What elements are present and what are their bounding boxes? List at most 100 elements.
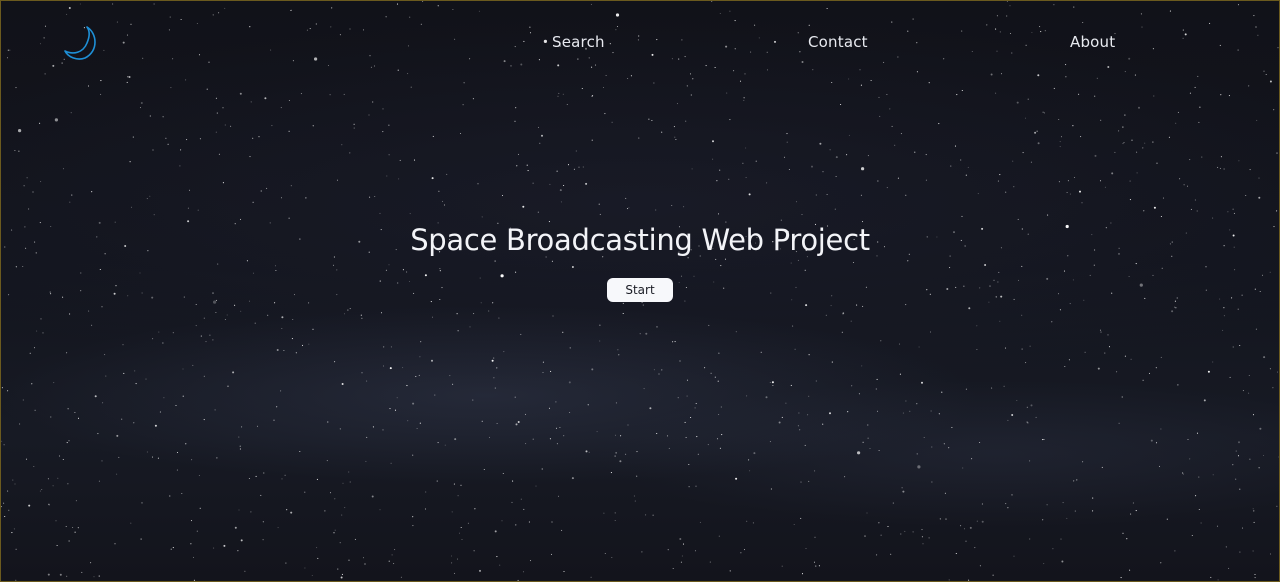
star — [337, 568, 339, 570]
star — [748, 459, 750, 461]
star — [216, 457, 218, 459]
star — [315, 23, 317, 25]
star — [870, 79, 872, 82]
star — [1249, 458, 1251, 460]
star — [799, 429, 801, 431]
star — [237, 550, 239, 552]
star — [451, 562, 453, 564]
star — [68, 540, 70, 542]
star — [116, 473, 118, 475]
star — [67, 483, 69, 485]
star — [52, 485, 54, 487]
star — [65, 525, 67, 528]
star — [280, 107, 282, 109]
star — [522, 205, 525, 208]
star — [921, 381, 923, 384]
star — [912, 531, 914, 533]
star — [1082, 21, 1084, 24]
star — [382, 365, 385, 367]
star — [1239, 344, 1241, 347]
star — [66, 13, 68, 15]
star — [14, 149, 16, 152]
star — [452, 8, 454, 11]
star — [199, 507, 201, 509]
star — [616, 25, 619, 28]
star — [658, 373, 660, 375]
star — [1128, 57, 1131, 60]
star — [875, 388, 877, 390]
star — [681, 555, 683, 557]
star — [636, 475, 638, 477]
star — [146, 451, 148, 453]
star — [130, 206, 133, 208]
star — [413, 159, 416, 161]
star — [755, 160, 757, 162]
star — [158, 331, 160, 333]
star — [886, 93, 888, 96]
star — [1012, 160, 1014, 162]
star — [1039, 26, 1041, 28]
star — [288, 130, 290, 132]
star — [283, 349, 285, 352]
star — [630, 75, 632, 77]
star — [622, 312, 624, 315]
nav-contact-link[interactable]: Contact — [808, 33, 868, 51]
star — [1097, 367, 1100, 370]
star — [897, 56, 899, 58]
star — [373, 65, 376, 67]
star — [1043, 563, 1045, 565]
star — [152, 338, 154, 340]
star — [587, 404, 589, 406]
star — [342, 482, 344, 484]
star — [370, 66, 372, 68]
start-button[interactable]: Start — [607, 278, 673, 302]
star — [314, 57, 318, 61]
star — [859, 69, 861, 71]
star — [1232, 346, 1234, 348]
star — [473, 313, 475, 315]
star — [760, 351, 762, 353]
star — [743, 549, 746, 551]
star — [1160, 562, 1162, 564]
star — [400, 576, 402, 578]
star — [976, 348, 978, 351]
hero-section: Space Broadcasting Web Project Start — [1, 219, 1279, 302]
star — [66, 442, 68, 444]
star — [101, 306, 103, 308]
star — [1237, 455, 1240, 457]
star — [460, 526, 462, 529]
star — [1060, 538, 1062, 540]
star — [694, 407, 696, 409]
star — [1232, 208, 1234, 210]
star — [826, 193, 828, 196]
star — [846, 154, 848, 156]
star — [577, 58, 579, 60]
star — [708, 324, 710, 326]
star — [374, 195, 376, 198]
star — [437, 5, 439, 7]
star — [599, 340, 601, 342]
star — [794, 348, 796, 350]
star — [1252, 414, 1255, 416]
star — [91, 324, 93, 326]
star — [615, 29, 617, 31]
star — [1225, 546, 1227, 548]
star — [1094, 154, 1097, 157]
star — [556, 170, 558, 172]
star — [1013, 555, 1015, 557]
nav-about-link[interactable]: About — [1070, 33, 1115, 51]
star — [240, 310, 242, 312]
nav-search-link[interactable]: Search — [552, 33, 605, 51]
star — [1101, 466, 1103, 468]
star — [555, 427, 558, 429]
star — [1217, 166, 1219, 168]
star — [814, 470, 816, 472]
star — [1220, 94, 1222, 96]
star — [981, 503, 983, 505]
star — [1122, 143, 1124, 145]
star — [557, 95, 559, 97]
star — [1044, 30, 1046, 32]
star — [32, 191, 34, 193]
star — [1276, 371, 1279, 373]
star — [192, 364, 194, 366]
